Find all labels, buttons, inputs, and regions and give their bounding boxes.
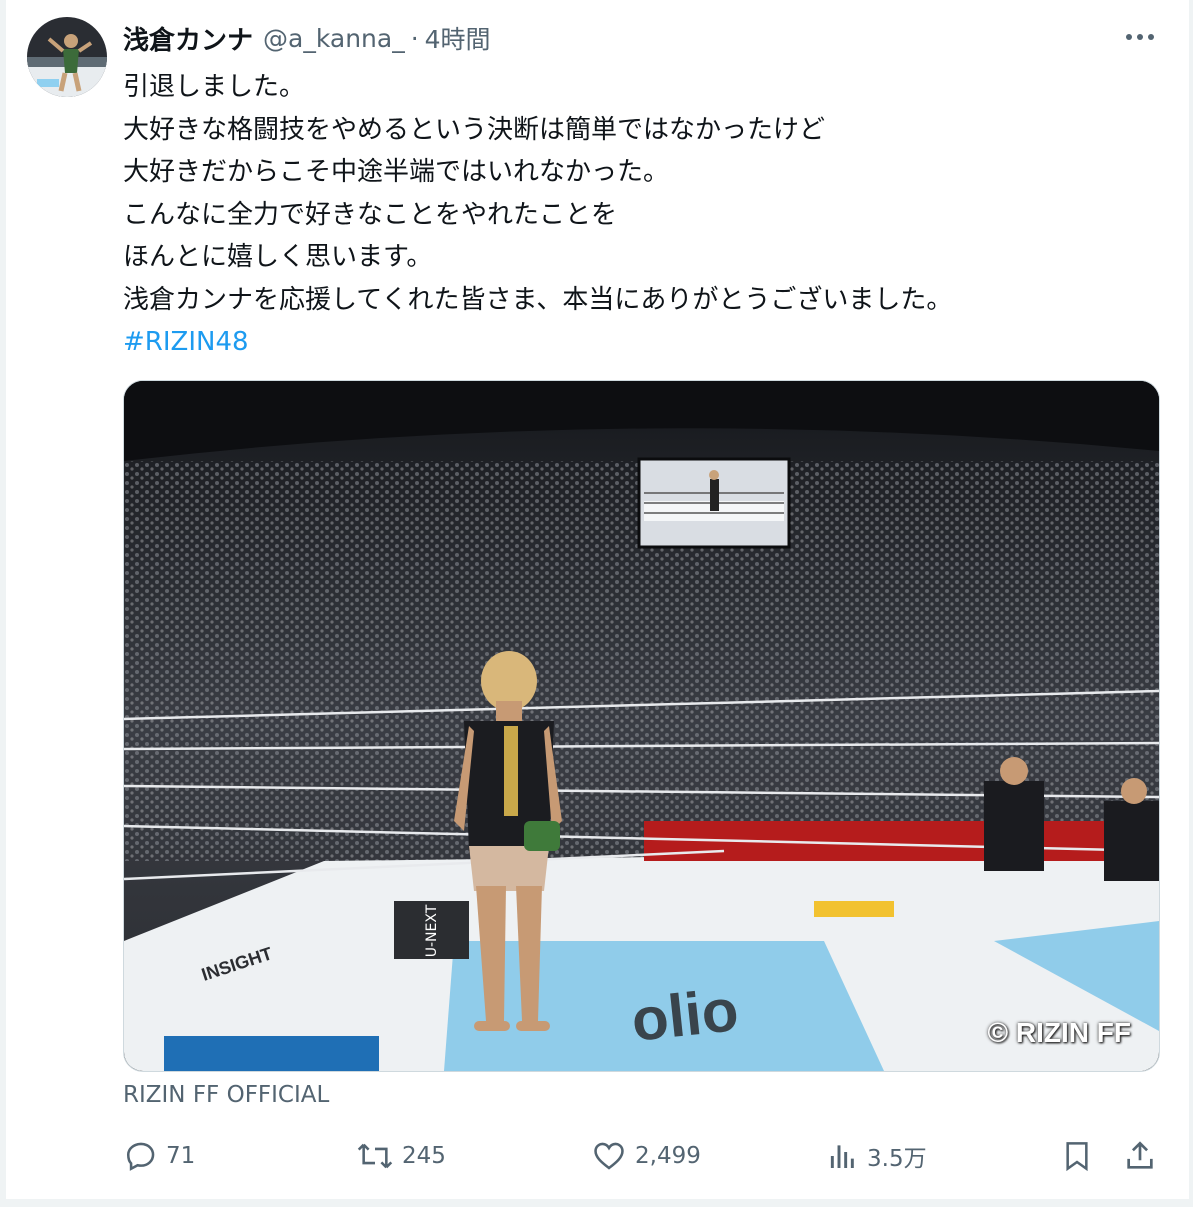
share-icon xyxy=(1127,1141,1153,1169)
like-icon xyxy=(594,1142,624,1170)
header-separator: · xyxy=(410,23,419,53)
action-bar: 71 245 2,499 3.5万 xyxy=(0,1132,1193,1180)
tweet-line: 大好きな格闘技をやめるという決断は簡単ではなかったけど xyxy=(123,114,826,145)
views-button[interactable]: 3.5万 xyxy=(827,1132,927,1180)
frame-left xyxy=(0,0,6,1207)
tweet-line: 大好きだからこそ中途半端ではいれなかった。 xyxy=(123,157,670,187)
media-source-label[interactable]: RIZIN FF OFFICIAL xyxy=(123,1082,329,1108)
arena-screen xyxy=(637,457,791,549)
more-button[interactable] xyxy=(1122,24,1158,50)
reply-count: 71 xyxy=(166,1143,196,1169)
view-count: 3.5万 xyxy=(867,1146,927,1172)
reply-icon xyxy=(126,1142,155,1171)
views-icon xyxy=(830,1145,854,1168)
mat-logo: olio xyxy=(628,976,741,1054)
share-button[interactable] xyxy=(1123,1132,1157,1180)
repost-count: 245 xyxy=(402,1143,446,1169)
bookmark-icon xyxy=(1066,1142,1088,1172)
tweet-line: 浅倉カンナを応援してくれた皆さま、本当にありがとうございました。 xyxy=(123,284,953,315)
tweet-line: こんなに全力で好きなことをやれたことを xyxy=(123,199,618,230)
repost-icon xyxy=(357,1143,393,1169)
frame-right xyxy=(1189,0,1193,1207)
tweet-text: 引退しました。 大好きな格闘技をやめるという決断は簡単ではなかったけど 大好きだ… xyxy=(123,66,1153,364)
more-icon xyxy=(1126,34,1154,40)
mat-logo: U-NEXT xyxy=(424,904,440,957)
tweet-line: ほんとに嬉しく思います。 xyxy=(123,242,433,272)
author-name[interactable]: 浅倉カンナ xyxy=(123,20,253,57)
tweet-line: 引退しました。 xyxy=(123,72,306,102)
like-button[interactable]: 2,499 xyxy=(591,1132,701,1180)
reply-button[interactable]: 71 xyxy=(124,1132,195,1180)
tweet-time[interactable]: 4時間 xyxy=(425,20,491,56)
arena-photo: U-NEXT INSIGHT olio xyxy=(124,381,1159,1071)
repost-button[interactable]: 245 xyxy=(356,1132,446,1180)
tweet-photo[interactable]: U-NEXT INSIGHT olio © RIZIN FF xyxy=(123,380,1160,1072)
author-handle[interactable]: @a_kanna_ xyxy=(263,24,405,53)
photo-credit: © RIZIN FF xyxy=(987,1017,1132,1048)
tweet-header: 浅倉カンナ @a_kanna_ · 4時間 xyxy=(123,18,491,58)
bookmark-button[interactable] xyxy=(1061,1132,1093,1180)
hashtag-link[interactable]: #RIZIN48 xyxy=(123,321,1153,364)
like-count: 2,499 xyxy=(635,1143,701,1169)
frame-bottom xyxy=(0,1199,1193,1207)
avatar[interactable] xyxy=(27,17,107,97)
